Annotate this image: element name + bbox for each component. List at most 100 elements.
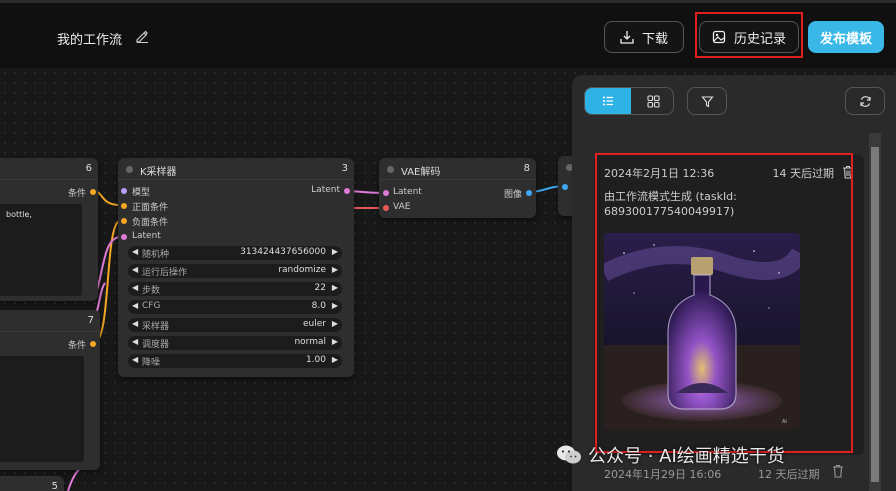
input-label-latent: Latent: [393, 187, 422, 197]
node-header: 7: [0, 310, 100, 332]
node-id: 3: [341, 163, 348, 174]
prompt-text: bottle,: [6, 210, 32, 219]
widget-label: 步数: [142, 286, 161, 296]
decrement-arrow[interactable]: ◀: [132, 319, 138, 328]
widget-label: CFG: [142, 301, 161, 311]
widget-cfg[interactable]: ◀ CFG 8.0 ▶: [128, 300, 342, 314]
widget-label: 调度器: [142, 340, 170, 350]
grid-icon: [646, 94, 660, 108]
input-port-positive[interactable]: [121, 203, 127, 209]
increment-arrow[interactable]: ▶: [332, 319, 338, 328]
card-date: 2024年2月1日 12:36: [604, 167, 715, 180]
node-status-dot: [387, 166, 394, 173]
input-port-latent[interactable]: [121, 234, 127, 240]
output-port[interactable]: [90, 189, 96, 195]
increment-arrow[interactable]: ▶: [332, 355, 338, 364]
latent-node[interactable]: 5: [0, 476, 64, 491]
increment-arrow[interactable]: ▶: [332, 337, 338, 346]
edit-pencil-icon[interactable]: [135, 29, 149, 43]
increment-arrow[interactable]: ▶: [332, 265, 338, 274]
prompt-textarea[interactable]: [0, 356, 84, 462]
card-date: 2024年1月29日 16:06: [604, 468, 722, 481]
widget-label: 随机种: [142, 250, 170, 260]
download-button[interactable]: 下载: [604, 21, 684, 53]
refresh-button[interactable]: [845, 87, 885, 115]
increment-arrow[interactable]: ▶: [332, 283, 338, 292]
prompt-textarea[interactable]: bottle,: [0, 204, 82, 296]
output-port-latent[interactable]: [344, 188, 350, 194]
input-label-vae: VAE: [393, 202, 411, 212]
widget-sampler[interactable]: ◀ 采样器 euler ▶: [128, 318, 342, 332]
download-label: 下载: [641, 31, 668, 47]
widget-scheduler[interactable]: ◀ 调度器 normal ▶: [128, 336, 342, 350]
node-header: VAE解码 8: [379, 158, 536, 180]
widget-label: 采样器: [142, 322, 170, 332]
widget-denoise[interactable]: ◀ 降噪 1.00 ▶: [128, 354, 342, 368]
history-button[interactable]: 历史记录: [699, 21, 799, 53]
decrement-arrow[interactable]: ◀: [132, 355, 138, 364]
card2-anchor: [572, 75, 580, 83]
widget-value: 8.0: [311, 301, 326, 311]
publish-label: 发布模板: [819, 31, 872, 47]
history-card[interactable]: 2024年2月1日 12:36 14 天后过期 由工作流模式生成 (taskId…: [594, 155, 864, 455]
widget-value: normal: [294, 337, 326, 347]
node-id: 6: [85, 163, 92, 174]
card-expiry: 12 天后过期: [758, 468, 820, 481]
node-id: 8: [523, 163, 530, 174]
widget-control-after[interactable]: ◀ 运行后操作 randomize ▶: [128, 264, 342, 278]
decrement-arrow[interactable]: ◀: [132, 337, 138, 346]
widget-value: euler: [303, 319, 326, 329]
image-ai-mark: AI: [782, 419, 787, 425]
card-description: 由工作流模式生成 (taskId: 689300177540049917): [604, 190, 737, 218]
widget-value: 22: [314, 283, 326, 293]
wechat-watermark: 公众号 · AI绘画精选干货: [556, 442, 785, 468]
input-port-image[interactable]: [562, 184, 568, 190]
input-port-model[interactable]: [121, 188, 127, 194]
grid-view-button[interactable]: [631, 88, 673, 114]
input-label-positive: 正面条件: [132, 203, 169, 213]
trash-icon[interactable]: [832, 464, 844, 478]
vae-decode-node[interactable]: VAE解码 8 Latent VAE 图像: [379, 158, 536, 218]
output-label-image: 图像: [503, 190, 522, 200]
increment-arrow[interactable]: ▶: [332, 247, 338, 256]
trash-icon[interactable]: [842, 165, 854, 179]
input-port-latent[interactable]: [383, 190, 389, 196]
output-port-image[interactable]: [526, 190, 532, 196]
input-port-vae[interactable]: [383, 205, 389, 211]
history-label: 历史记录: [733, 31, 786, 47]
filter-icon: [700, 95, 714, 107]
image-history-icon: [712, 30, 726, 44]
publish-template-button[interactable]: 发布模板: [808, 21, 884, 53]
top-bar: 我的工作流 下载 历史记录 发布模板: [0, 0, 896, 68]
decrement-arrow[interactable]: ◀: [132, 283, 138, 292]
decrement-arrow[interactable]: ◀: [132, 247, 138, 256]
prompt-node-negative[interactable]: 7 条件: [0, 310, 100, 470]
download-icon: [620, 31, 634, 44]
output-label-latent: Latent: [311, 185, 340, 195]
widget-value: 1.00: [305, 355, 326, 365]
node-title: K采样器: [140, 167, 177, 178]
widget-label: 运行后操作: [142, 268, 188, 278]
input-label-latent: Latent: [132, 231, 161, 241]
generated-image-thumbnail[interactable]: AI: [604, 233, 800, 429]
input-port-negative[interactable]: [121, 218, 127, 224]
node-id: 7: [87, 315, 94, 326]
output-port[interactable]: [90, 341, 96, 347]
node-status-dot: [126, 166, 133, 173]
input-label-negative: 负面条件: [132, 218, 169, 228]
widget-seed[interactable]: ◀ 随机种 313424437656000 ▶: [128, 246, 342, 260]
list-view-button[interactable]: [585, 88, 631, 114]
widget-steps[interactable]: ◀ 步数 22 ▶: [128, 282, 342, 296]
prompt-node-positive[interactable]: 6 条件 bottle,: [0, 158, 98, 301]
input-label-model: 模型: [132, 188, 151, 198]
decrement-arrow[interactable]: ◀: [132, 301, 138, 310]
node-header: 5: [0, 476, 64, 491]
increment-arrow[interactable]: ▶: [332, 301, 338, 310]
widget-label: 降噪: [142, 358, 161, 368]
scrollbar-thumb[interactable]: [871, 147, 879, 482]
view-toggle: [584, 87, 674, 115]
ksampler-node[interactable]: K采样器 3 模型 正面条件 负面条件 Latent Latent ◀ 随机种 …: [118, 158, 354, 377]
decrement-arrow[interactable]: ◀: [132, 265, 138, 274]
filter-button[interactable]: [687, 87, 727, 115]
workflow-title: 我的工作流: [57, 33, 123, 48]
